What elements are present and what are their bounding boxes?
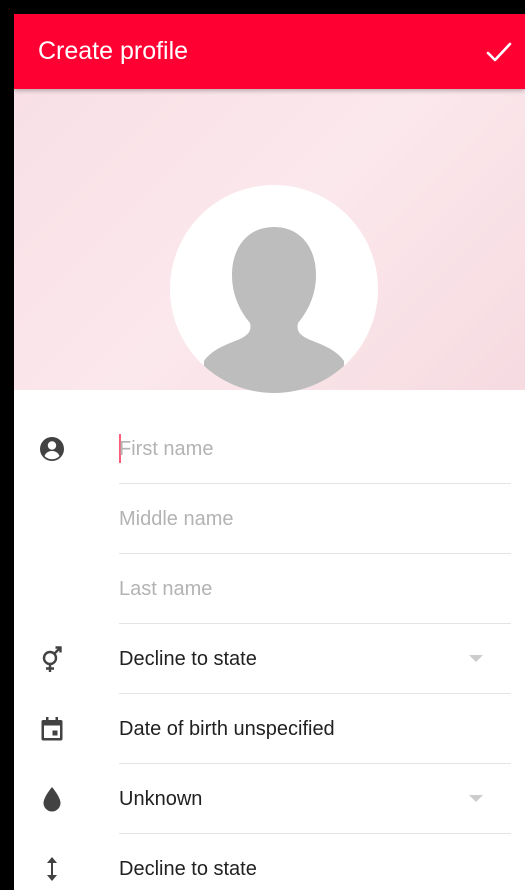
- blood-type-value: Unknown: [119, 788, 203, 810]
- middle-name-field[interactable]: [119, 483, 511, 554]
- avatar-picker[interactable]: [170, 185, 378, 393]
- app-bar: Create profile: [14, 14, 525, 89]
- calendar-icon: [41, 717, 63, 741]
- water-drop-icon: [43, 787, 61, 812]
- middle-name-row: [14, 483, 525, 554]
- first-name-field[interactable]: [119, 413, 511, 484]
- create-profile-screen: Create profile First name Middle name La…: [14, 14, 525, 890]
- save-button[interactable]: [479, 32, 519, 72]
- blood-type-row: Unknown: [14, 763, 525, 834]
- account-circle-icon: [40, 437, 64, 461]
- date-of-birth-row: Date of birth unspecified: [14, 693, 525, 764]
- first-name-row: [14, 413, 525, 484]
- height-field[interactable]: Decline to state: [119, 833, 511, 890]
- profile-header: [14, 89, 525, 393]
- gender-select[interactable]: Decline to state: [119, 623, 511, 694]
- middle-name-input[interactable]: [119, 501, 499, 537]
- height-row: Decline to state: [14, 833, 525, 890]
- date-of-birth-field[interactable]: Date of birth unspecified: [119, 693, 511, 764]
- page-title: Create profile: [38, 37, 189, 65]
- blood-type-select[interactable]: Unknown: [119, 763, 511, 834]
- gender-row: Decline to state: [14, 623, 525, 694]
- vertical-arrows-icon: [47, 857, 57, 881]
- gender-icon: [42, 646, 62, 672]
- last-name-input[interactable]: [119, 571, 499, 607]
- last-name-row: [14, 553, 525, 624]
- date-of-birth-value: Date of birth unspecified: [119, 718, 335, 740]
- person-silhouette-icon: [204, 227, 344, 393]
- first-name-input[interactable]: [119, 431, 499, 467]
- check-icon: [486, 42, 512, 62]
- gender-value: Decline to state: [119, 648, 257, 670]
- last-name-field[interactable]: [119, 553, 511, 624]
- dropdown-arrow-icon: [469, 795, 483, 802]
- height-value: Decline to state: [119, 858, 257, 880]
- dropdown-arrow-icon: [469, 655, 483, 662]
